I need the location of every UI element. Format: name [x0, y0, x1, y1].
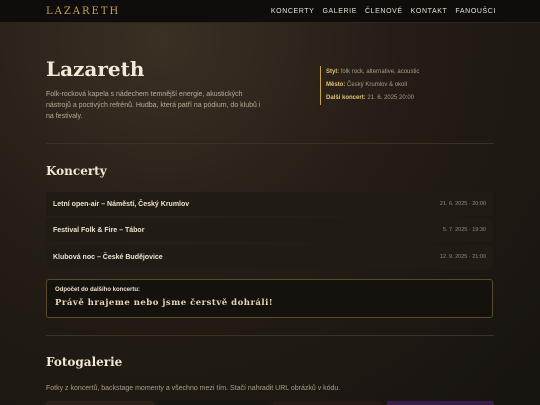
gallery-photo[interactable]	[273, 401, 381, 405]
top-navigation: LAZARETH KONCERTY GALERIE ČLENOVÉ KONTAK…	[0, 0, 540, 23]
band-description: Folk-rocková kapela s nádechem temnější …	[46, 91, 261, 120]
nav-link-kontakt[interactable]: KONTAKT	[411, 8, 448, 15]
nav-link-clenove[interactable]: ČLENOVÉ	[365, 8, 403, 15]
concert-date: 5. 7. 2025 · 19:30	[442, 227, 486, 233]
nav-menu: KONCERTY GALERIE ČLENOVÉ KONTAKT FANOUŠC…	[271, 8, 496, 15]
concert-row[interactable]: Letní open-air – Náměstí, Český Krumlov …	[46, 192, 493, 216]
concert-date: 12. 9. 2025 · 21:00	[439, 254, 486, 260]
gallery-description: Fotky z koncertů, backstage momenty a vš…	[46, 385, 341, 392]
gallery-thumbnails	[46, 401, 494, 405]
concert-row[interactable]: Klubová noc – České Budějovice 12. 9. 20…	[46, 245, 493, 269]
band-title: Lazareth	[46, 57, 145, 81]
countdown-message: Právě hrajeme nebo jsme čerstvě dohráli!	[55, 298, 274, 308]
info-next-concert: Další koncert: 21. 6. 2025 20:00	[326, 92, 419, 105]
info-style: Styl: folk rock, alternative, acoustic	[326, 66, 419, 79]
section-divider	[46, 143, 494, 144]
nav-link-koncerty[interactable]: KONCERTY	[271, 8, 315, 15]
concert-date: 21. 6. 2025 · 20:00	[439, 201, 486, 207]
band-info-box: Styl: folk rock, alternative, acoustic M…	[320, 66, 419, 105]
info-city-value: Český Krumlov & okolí	[347, 82, 408, 88]
section-divider	[46, 335, 494, 336]
nav-link-fanousci[interactable]: FANOUŠCI	[455, 8, 496, 15]
concerts-heading: Koncerty	[46, 164, 107, 178]
gallery-photo[interactable]	[159, 401, 267, 405]
concert-name: Letní open-air – Náměstí, Český Krumlov	[53, 200, 190, 208]
nav-link-galerie[interactable]: GALERIE	[322, 8, 357, 15]
gallery-photo[interactable]	[46, 401, 154, 405]
gallery-photo[interactable]	[386, 401, 494, 405]
countdown-box: Odpočet do dalšího koncertu: Právě hraje…	[46, 279, 493, 318]
info-style-label: Styl:	[326, 69, 340, 75]
concert-row[interactable]: Festival Folk & Fire – Tábor 5. 7. 2025 …	[46, 218, 493, 242]
site-logo[interactable]: LAZARETH	[46, 6, 120, 17]
gallery-heading: Fotogalerie	[46, 355, 123, 369]
info-city-label: Město:	[326, 82, 346, 88]
hero-section: Lazareth Folk-rocková kapela s nádechem …	[46, 57, 266, 122]
concert-name: Klubová noc – České Budějovice	[53, 253, 163, 261]
info-style-value: folk rock, alternative, acoustic	[340, 69, 420, 75]
concert-name: Festival Folk & Fire – Tábor	[53, 226, 145, 234]
info-next-label: Další koncert:	[326, 95, 366, 101]
info-city: Město: Český Krumlov & okolí	[326, 79, 419, 92]
countdown-label: Odpočet do dalšího koncertu:	[55, 287, 141, 293]
info-next-value: 21. 6. 2025 20:00	[367, 95, 415, 101]
